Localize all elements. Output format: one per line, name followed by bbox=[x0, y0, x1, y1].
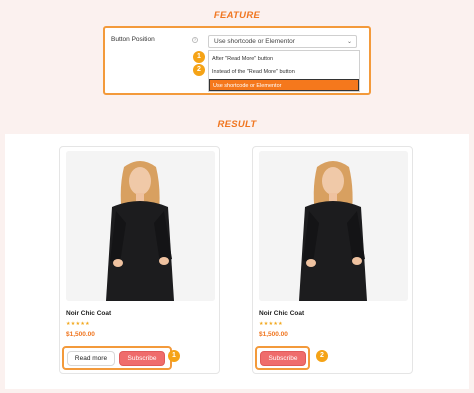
button-position-select[interactable]: Use shortcode or Elementor ⌄ bbox=[208, 35, 357, 48]
feature-panel: Button Position ? Use shortcode or Eleme… bbox=[103, 26, 371, 95]
button-position-label: Button Position bbox=[111, 36, 155, 43]
option-shortcode-elementor[interactable]: Use shortcode or Elementor bbox=[209, 79, 359, 91]
product-card: Noir Chic Coat ★★★★★ $1,500.00 Read more… bbox=[59, 146, 220, 374]
product-image[interactable] bbox=[259, 151, 408, 301]
feature-heading: FEATURE bbox=[213, 10, 261, 21]
button-group: Subscribe bbox=[255, 346, 310, 370]
marker-result-1: 1 bbox=[168, 350, 180, 362]
product-image[interactable] bbox=[66, 151, 215, 301]
help-icon[interactable]: ? bbox=[192, 37, 198, 43]
star-rating: ★★★★★ bbox=[66, 321, 90, 327]
product-card: Noir Chic Coat ★★★★★ $1,500.00 Subscribe bbox=[252, 146, 413, 374]
option-after-read-more[interactable]: After "Read More" button bbox=[209, 53, 359, 65]
result-heading: RESULT bbox=[217, 119, 257, 130]
option-instead-of-read-more[interactable]: Instead of the "Read More" button bbox=[209, 66, 359, 78]
chevron-down-icon: ⌄ bbox=[346, 39, 352, 45]
subscribe-button[interactable]: Subscribe bbox=[119, 351, 165, 366]
product-price: $1,500.00 bbox=[66, 331, 95, 338]
marker-1: 1 bbox=[193, 51, 205, 63]
marker-2: 2 bbox=[193, 64, 205, 76]
button-group: Read more Subscribe bbox=[62, 346, 172, 370]
product-name[interactable]: Noir Chic Coat bbox=[259, 310, 304, 317]
dropdown-options: After "Read More" button Instead of the … bbox=[208, 50, 360, 92]
product-name[interactable]: Noir Chic Coat bbox=[66, 310, 111, 317]
product-price: $1,500.00 bbox=[259, 331, 288, 338]
subscribe-button[interactable]: Subscribe bbox=[260, 351, 306, 366]
select-value: Use shortcode or Elementor bbox=[214, 38, 295, 45]
marker-result-2: 2 bbox=[316, 350, 328, 362]
read-more-button[interactable]: Read more bbox=[67, 351, 115, 366]
star-rating: ★★★★★ bbox=[259, 321, 283, 327]
